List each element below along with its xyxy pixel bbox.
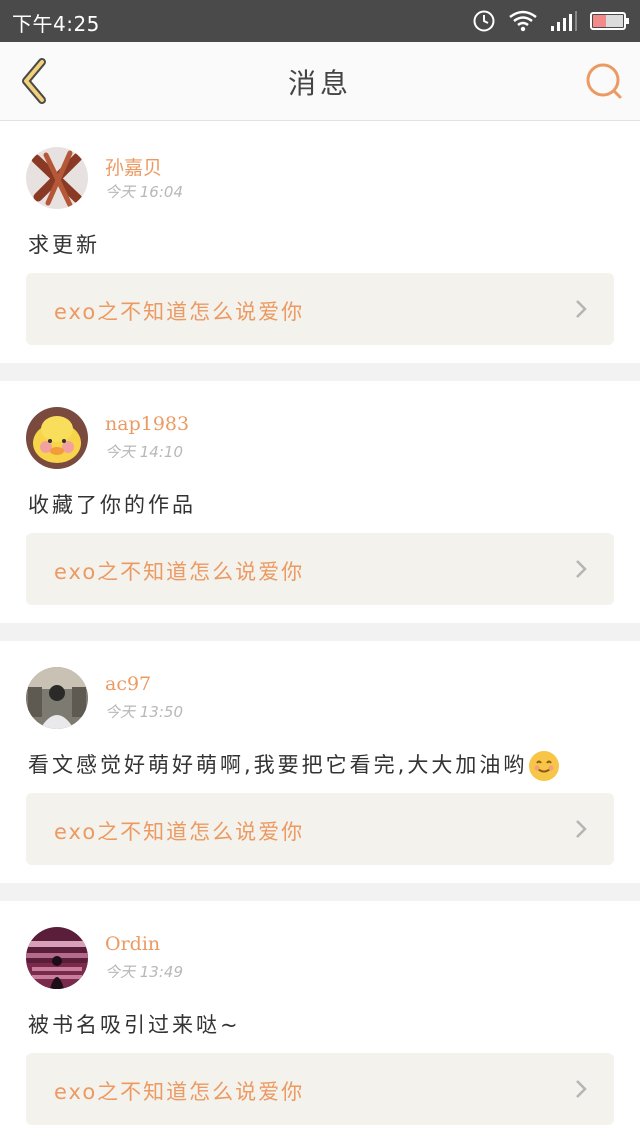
message-card: nap1983 今天 14:10 收藏了你的作品 exo之不知道怎么说爱你 bbox=[0, 381, 640, 623]
avatar-image bbox=[26, 407, 88, 469]
message-card: Ordin 今天 13:49 被书名吸引过来哒~ exo之不知道怎么说爱你 bbox=[0, 901, 640, 1143]
chevron-right-icon bbox=[576, 820, 587, 838]
comment-text: 收藏了你的作品 bbox=[28, 493, 196, 517]
avatar-image bbox=[26, 667, 88, 729]
message-time: 今天 16:04 bbox=[105, 183, 183, 201]
work-link[interactable]: exo之不知道怎么说爱你 bbox=[26, 273, 614, 345]
comment-text: 看文感觉好萌好萌啊,我要把它看完,大大加油哟 bbox=[28, 749, 560, 781]
avatar-image bbox=[26, 147, 88, 209]
chevron-right-icon bbox=[576, 1080, 587, 1098]
avatar[interactable] bbox=[26, 927, 88, 989]
avatar[interactable] bbox=[26, 667, 88, 729]
message-time: 今天 13:49 bbox=[105, 963, 183, 981]
search-button[interactable] bbox=[584, 60, 626, 102]
username[interactable]: nap1983 bbox=[105, 413, 189, 435]
comment-text: 求更新 bbox=[28, 233, 100, 257]
status-icons bbox=[472, 6, 630, 36]
work-title: exo之不知道怎么说爱你 bbox=[54, 820, 305, 844]
message-time: 今天 14:10 bbox=[105, 443, 183, 461]
avatar-image bbox=[26, 927, 88, 989]
message-card: ac97 今天 13:50 看文感觉好萌好萌啊,我要把它看完,大大加油哟 exo… bbox=[0, 641, 640, 883]
chevron-right-icon bbox=[576, 560, 587, 578]
work-link[interactable]: exo之不知道怎么说爱你 bbox=[26, 1053, 614, 1125]
alarm-icon bbox=[473, 10, 495, 32]
work-title: exo之不知道怎么说爱你 bbox=[54, 300, 305, 324]
page-title: 消息 bbox=[287, 67, 352, 100]
status-bar: 下午4:25 bbox=[0, 0, 640, 42]
message-time: 今天 13:50 bbox=[105, 703, 183, 721]
work-title: exo之不知道怎么说爱你 bbox=[54, 1080, 305, 1104]
comment-body: 看文感觉好萌好萌啊,我要把它看完,大大加油哟 bbox=[28, 753, 528, 777]
work-title: exo之不知道怎么说爱你 bbox=[54, 560, 305, 584]
battery-icon bbox=[590, 12, 629, 30]
smile-emoji-icon bbox=[529, 751, 560, 781]
work-link[interactable]: exo之不知道怎么说爱你 bbox=[26, 533, 614, 605]
work-link[interactable]: exo之不知道怎么说爱你 bbox=[26, 793, 614, 865]
wifi-icon bbox=[509, 10, 537, 32]
nav-bar: 消息 bbox=[0, 42, 640, 121]
comment-text: 被书名吸引过来哒~ bbox=[28, 1013, 241, 1037]
status-time: 下午4:25 bbox=[12, 12, 100, 36]
avatar[interactable] bbox=[26, 147, 88, 209]
chevron-right-icon bbox=[576, 300, 587, 318]
avatar[interactable] bbox=[26, 407, 88, 469]
message-list: 孙嘉贝 今天 16:04 求更新 exo之不知道怎么说爱你 nap1983 今天… bbox=[0, 121, 640, 1143]
message-card: 孙嘉贝 今天 16:04 求更新 exo之不知道怎么说爱你 bbox=[0, 121, 640, 363]
signal-icon bbox=[551, 11, 577, 31]
username[interactable]: Ordin bbox=[105, 933, 160, 955]
username[interactable]: 孙嘉贝 bbox=[105, 153, 162, 180]
username[interactable]: ac97 bbox=[105, 673, 151, 695]
search-icon bbox=[586, 63, 622, 99]
